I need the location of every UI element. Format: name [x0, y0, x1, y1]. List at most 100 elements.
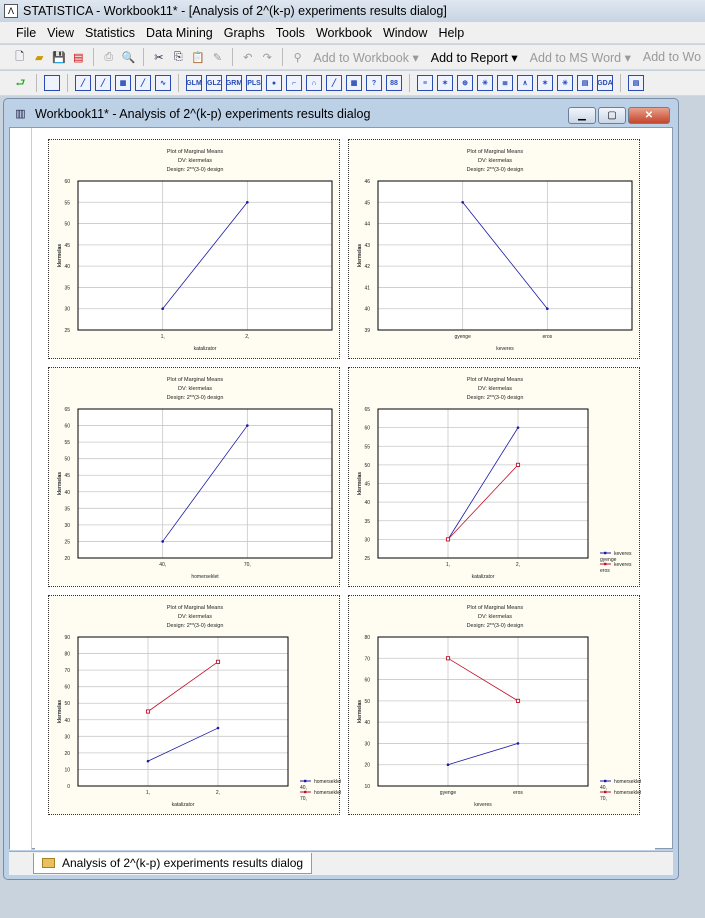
y-tick-label: 44 — [364, 222, 370, 228]
copy-icon[interactable]: ⎘ — [171, 49, 186, 66]
menu-help[interactable]: Help — [438, 26, 464, 40]
pls-icon[interactable]: PLS — [246, 75, 262, 91]
y-tick-label: 30 — [64, 307, 70, 313]
chart-5: Plot of Marginal Means DV: klermelas Desig… — [57, 605, 342, 808]
grm-icon[interactable]: GRM — [226, 75, 242, 91]
maximize-button[interactable]: ▢ — [598, 107, 626, 124]
regression-icon[interactable]: ╱ — [95, 75, 111, 91]
menu-window[interactable]: Window — [383, 26, 427, 40]
legend-label: homerseklet — [614, 779, 641, 785]
chart-panel-4[interactable]: Plot of Marginal Means DV: klermelas Desig… — [348, 367, 640, 587]
survival-icon[interactable]: ⌐ — [286, 75, 302, 91]
pca-icon[interactable]: ⊕ — [457, 75, 473, 91]
gda-icon[interactable]: GDA — [597, 75, 613, 91]
data-point — [445, 656, 451, 661]
chart-title: Plot of Marginal Means — [467, 605, 523, 611]
menu-graphs[interactable]: Graphs — [224, 26, 265, 40]
basic-stats-icon[interactable]: ╱ — [75, 75, 91, 91]
nonlinear-icon[interactable]: ∩ — [306, 75, 322, 91]
chart-subtitle2: Design: 2**(3-0) design — [467, 623, 524, 629]
legend-label-value: 70, — [600, 796, 607, 802]
correspondence-icon[interactable]: ✶ — [537, 75, 553, 91]
power-icon[interactable]: ? — [366, 75, 382, 91]
menu-statistics[interactable]: Statistics — [85, 26, 135, 40]
sem-icon[interactable]: 88 — [386, 75, 402, 91]
redo-icon[interactable]: ↷ — [260, 49, 275, 66]
x-axis-label: homerseklet — [191, 574, 219, 580]
data-point — [446, 763, 450, 767]
chart-title: Plot of Marginal Means — [167, 149, 223, 155]
chart-panel-5[interactable]: Plot of Marginal Means DV: klermelas Desig… — [48, 595, 342, 815]
window-title: STATISTICA - Workbook11* - [Analysis of … — [23, 4, 447, 18]
tab-analysis-results[interactable]: Analysis of 2^(k-p) experiments results … — [33, 853, 313, 874]
y-tick-label: 70 — [64, 668, 70, 674]
binoculars-icon[interactable]: ⚲ — [290, 49, 305, 66]
close-button[interactable]: ✕ — [628, 107, 670, 124]
reliability-icon[interactable]: ≣ — [497, 75, 513, 91]
x-axis-label: katalizator — [472, 574, 495, 580]
print-icon[interactable]: ⎙ — [101, 49, 116, 66]
menu-tools[interactable]: Tools — [276, 26, 305, 40]
add-to-report-button[interactable]: Add to Report ▾ — [431, 50, 518, 65]
workbook-client: Plot of Marginal Means DV: klermelas Desig… — [9, 127, 673, 850]
chart-1: Plot of Marginal Means DV: klermelas Desig… — [57, 149, 333, 352]
y-tick-label: 39 — [364, 328, 370, 334]
add-to-workbook-button[interactable]: Add to Workbook ▾ — [313, 50, 418, 65]
y-axis-label: klermelas — [57, 244, 63, 267]
glz-icon[interactable]: GLZ — [206, 75, 222, 91]
save-icon[interactable]: 💾 — [51, 49, 67, 66]
chart-panel-2[interactable]: Plot of Marginal Means DV: klermelas Desig… — [348, 139, 640, 359]
undo-icon[interactable]: ↶ — [240, 49, 255, 66]
distribution-icon[interactable]: ∿ — [155, 75, 171, 91]
menu-view[interactable]: View — [47, 26, 74, 40]
menu-data-mining[interactable]: Data Mining — [146, 26, 213, 40]
chart-subtitle2: Design: 2**(3-0) design — [167, 395, 224, 401]
glm-icon[interactable]: GLM — [186, 75, 202, 91]
chart-panel-6[interactable]: Plot of Marginal Means DV: klermelas Desig… — [348, 595, 642, 815]
chart-panel-3[interactable]: Plot of Marginal Means DV: klermelas Desig… — [48, 367, 340, 587]
x-tick-label: eros — [513, 790, 523, 796]
back-arrow-icon[interactable]: ⮐ — [12, 75, 29, 92]
table-icon[interactable]: ▦ — [346, 75, 362, 91]
open-icon[interactable]: ▰ — [31, 49, 46, 66]
anova-icon[interactable]: ▦ — [115, 75, 131, 91]
y-tick-label: 42 — [364, 264, 370, 270]
format-painter-icon[interactable]: ✎ — [210, 49, 225, 66]
nonparam-icon[interactable]: ╱ — [135, 75, 151, 91]
y-tick-label: 25 — [64, 328, 70, 334]
minimize-button[interactable]: ▁ — [568, 107, 596, 124]
y-tick-label: 45 — [64, 473, 70, 479]
y-tick-label: 40 — [364, 307, 370, 313]
menu-workbook[interactable]: Workbook — [316, 26, 372, 40]
factor-icon[interactable]: ✶ — [437, 75, 453, 91]
discriminant-icon[interactable]: ✳ — [557, 75, 573, 91]
chart-subtitle1: DV: klermelas — [478, 614, 512, 620]
pdf-icon[interactable]: ▤ — [71, 49, 86, 66]
y-tick-label: 20 — [64, 751, 70, 757]
y-tick-label: 20 — [64, 556, 70, 562]
y-tick-label: 46 — [364, 179, 370, 185]
chart-title: Plot of Marginal Means — [467, 149, 523, 155]
paste-icon[interactable]: 📋 — [190, 49, 206, 66]
chart-subtitle2: Design: 2**(3-0) design — [167, 167, 224, 173]
print-preview-icon[interactable]: 🔍 — [120, 49, 136, 66]
mds-icon[interactable]: ✳ — [477, 75, 493, 91]
tree-icon[interactable]: ∧ — [517, 75, 533, 91]
menu-file[interactable]: File — [16, 26, 36, 40]
cluster-icon[interactable]: ≡ — [417, 75, 433, 91]
separator — [620, 74, 621, 92]
data-point — [516, 426, 520, 429]
add-to-wo-button[interactable]: Add to Wo — [643, 50, 701, 64]
graph-icon[interactable]: ▤ — [628, 75, 644, 91]
vc-icon[interactable]: ● — [266, 75, 282, 91]
chart-6: Plot of Marginal Means DV: klermelas Desig… — [357, 605, 642, 808]
workbook-tree-pane[interactable] — [10, 128, 32, 850]
chart-panel-1[interactable]: Plot of Marginal Means DV: klermelas Desig… — [48, 139, 340, 359]
add-to-ms-word-button[interactable]: Add to MS Word ▾ — [530, 50, 631, 65]
timeseries-icon[interactable]: ▤ — [577, 75, 593, 91]
data-point — [215, 659, 221, 664]
new-icon[interactable]: 🗋 — [12, 49, 27, 66]
data-icon[interactable] — [44, 75, 60, 91]
cut-icon[interactable]: ✂ — [151, 49, 166, 66]
fit-icon[interactable]: ╱ — [326, 75, 342, 91]
